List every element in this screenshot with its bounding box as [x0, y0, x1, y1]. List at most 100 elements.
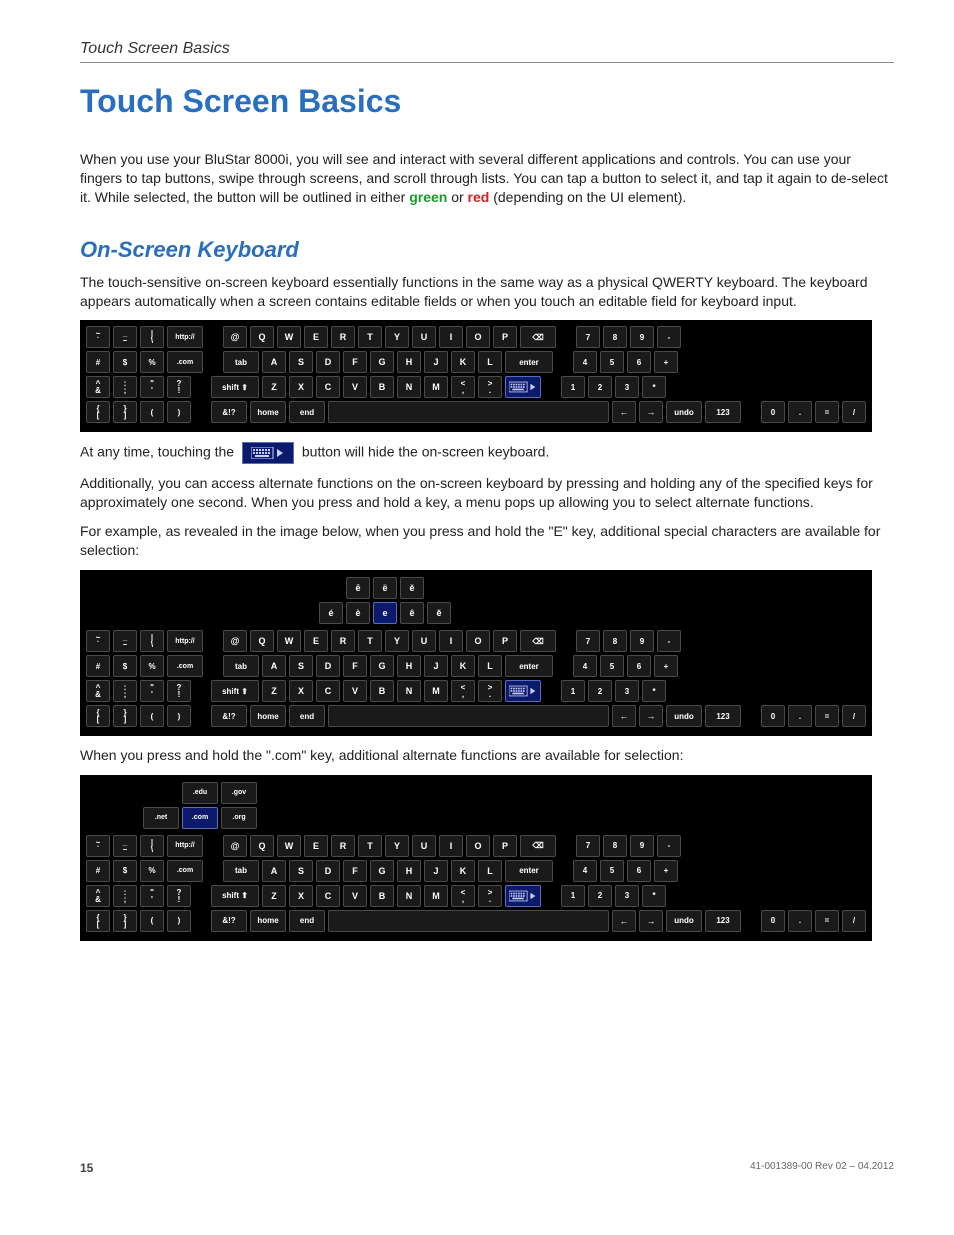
keyboard-key[interactable]: C [316, 885, 340, 907]
keyboard-key[interactable]: 8 [603, 835, 627, 857]
keyboard-key[interactable]: ) [167, 910, 191, 932]
keyboard-key[interactable]: U [412, 835, 436, 857]
enter-key[interactable]: enter [505, 860, 553, 882]
keyboard-key[interactable]: ^& [86, 885, 110, 907]
keyboard-key[interactable]: I [439, 326, 463, 348]
keyboard-key[interactable]: ^& [86, 680, 110, 702]
popup-key[interactable]: ē [346, 577, 370, 599]
keyboard-key[interactable]: Y [385, 835, 409, 857]
keyboard-key[interactable]: F [343, 655, 367, 677]
keyboard-key[interactable]: 5 [600, 655, 624, 677]
popup-key[interactable]: .gov [221, 782, 257, 804]
keyboard-key[interactable]: L [478, 860, 502, 882]
undo-key[interactable]: undo [666, 910, 702, 932]
keyboard-key[interactable]: @ [223, 326, 247, 348]
popup-key[interactable]: ĕ [427, 602, 451, 624]
shift-key[interactable]: shift ⬆ [211, 885, 259, 907]
shift-key[interactable]: shift ⬆ [211, 376, 259, 398]
undo-key[interactable]: undo [666, 705, 702, 727]
keyboard-key[interactable]: . [788, 705, 812, 727]
keyboard-key[interactable]: {[ [86, 705, 110, 727]
popup-key[interactable]: .org [221, 807, 257, 829]
keyboard-key[interactable]: M [424, 885, 448, 907]
keyboard-key[interactable]: T [358, 835, 382, 857]
arrow-key[interactable]: ← [612, 401, 636, 423]
keyboard-key[interactable]: end [289, 401, 325, 423]
spacebar-key[interactable] [328, 401, 609, 423]
keyboard-key[interactable]: U [412, 326, 436, 348]
keyboard-key[interactable]: ) [167, 401, 191, 423]
keyboard-key[interactable]: Y [385, 630, 409, 652]
keyboard-key[interactable]: "' [140, 885, 164, 907]
keyboard-key[interactable]: end [289, 705, 325, 727]
keyboard-key[interactable]: >. [478, 376, 502, 398]
keyboard-key[interactable]: Q [250, 630, 274, 652]
arrow-key[interactable]: → [639, 705, 663, 727]
keyboard-key[interactable]: E [304, 835, 328, 857]
keyboard-key[interactable]: |\ [140, 630, 164, 652]
keyboard-key[interactable]: {[ [86, 910, 110, 932]
spacebar-key[interactable] [328, 705, 609, 727]
spacebar-key[interactable] [328, 910, 609, 932]
keyboard-key[interactable]: 4 [573, 351, 597, 373]
keyboard-key[interactable]: R [331, 835, 355, 857]
popup-key[interactable]: è [346, 602, 370, 624]
keyboard-key[interactable]: # [86, 860, 110, 882]
keyboard-key[interactable]: http:// [167, 630, 203, 652]
numeric-toggle-key[interactable]: 123 [705, 910, 741, 932]
popup-key[interactable]: .edu [182, 782, 218, 804]
keyboard-key[interactable]: B [370, 376, 394, 398]
keyboard-key[interactable]: . [788, 910, 812, 932]
keyboard-key[interactable]: M [424, 376, 448, 398]
keyboard-key[interactable]: "' [140, 680, 164, 702]
keyboard-key[interactable]: + [654, 351, 678, 373]
symbols-key[interactable]: &!? [211, 401, 247, 423]
keyboard-key[interactable]: 3 [615, 885, 639, 907]
keyboard-key[interactable]: 8 [603, 326, 627, 348]
keyboard-key[interactable]: home [250, 401, 286, 423]
keyboard-key[interactable]: H [397, 351, 421, 373]
keyboard-key[interactable]: 1 [561, 376, 585, 398]
keyboard-key[interactable]: X [289, 885, 313, 907]
keyboard-key[interactable]: 5 [600, 860, 624, 882]
arrow-key[interactable]: ← [612, 705, 636, 727]
keyboard-key[interactable]: I [439, 835, 463, 857]
keyboard-key[interactable]: @ [223, 835, 247, 857]
keyboard-key[interactable]: G [370, 351, 394, 373]
keyboard-key[interactable]: N [397, 885, 421, 907]
keyboard-key[interactable]: % [140, 860, 164, 882]
keyboard-key[interactable]: http:// [167, 835, 203, 857]
keyboard-key[interactable]: E [304, 630, 328, 652]
keyboard-key[interactable]: S [289, 860, 313, 882]
shift-key[interactable]: shift ⬆ [211, 680, 259, 702]
keyboard-key[interactable]: 4 [573, 860, 597, 882]
keyboard-key[interactable]: A [262, 351, 286, 373]
keyboard-key[interactable]: 4 [573, 655, 597, 677]
keyboard-key[interactable]: <, [451, 680, 475, 702]
hide-keyboard-key[interactable] [505, 885, 541, 907]
keyboard-key[interactable]: V [343, 680, 367, 702]
keyboard-key[interactable]: 9 [630, 630, 654, 652]
keyboard-key[interactable]: N [397, 680, 421, 702]
keyboard-key[interactable]: B [370, 680, 394, 702]
keyboard-key[interactable]: D [316, 860, 340, 882]
keyboard-key[interactable]: L [478, 655, 502, 677]
numeric-toggle-key[interactable]: 123 [705, 401, 741, 423]
keyboard-key[interactable]: C [316, 376, 340, 398]
keyboard-key[interactable]: 7 [576, 326, 600, 348]
symbols-key[interactable]: &!? [211, 705, 247, 727]
symbols-key[interactable]: &!? [211, 910, 247, 932]
keyboard-key[interactable]: + [654, 655, 678, 677]
keyboard-key[interactable]: }] [113, 401, 137, 423]
keyboard-key[interactable]: 0 [761, 705, 785, 727]
keyboard-key[interactable]: <, [451, 885, 475, 907]
keyboard-key[interactable]: I [439, 630, 463, 652]
enter-key[interactable]: enter [505, 351, 553, 373]
keyboard-key[interactable]: $ [113, 655, 137, 677]
keyboard-key[interactable]: http:// [167, 326, 203, 348]
arrow-key[interactable]: → [639, 910, 663, 932]
keyboard-key[interactable]: = [815, 705, 839, 727]
keyboard-key[interactable]: A [262, 655, 286, 677]
keyboard-key[interactable]: 6 [627, 860, 651, 882]
keyboard-key[interactable]: * [642, 680, 666, 702]
